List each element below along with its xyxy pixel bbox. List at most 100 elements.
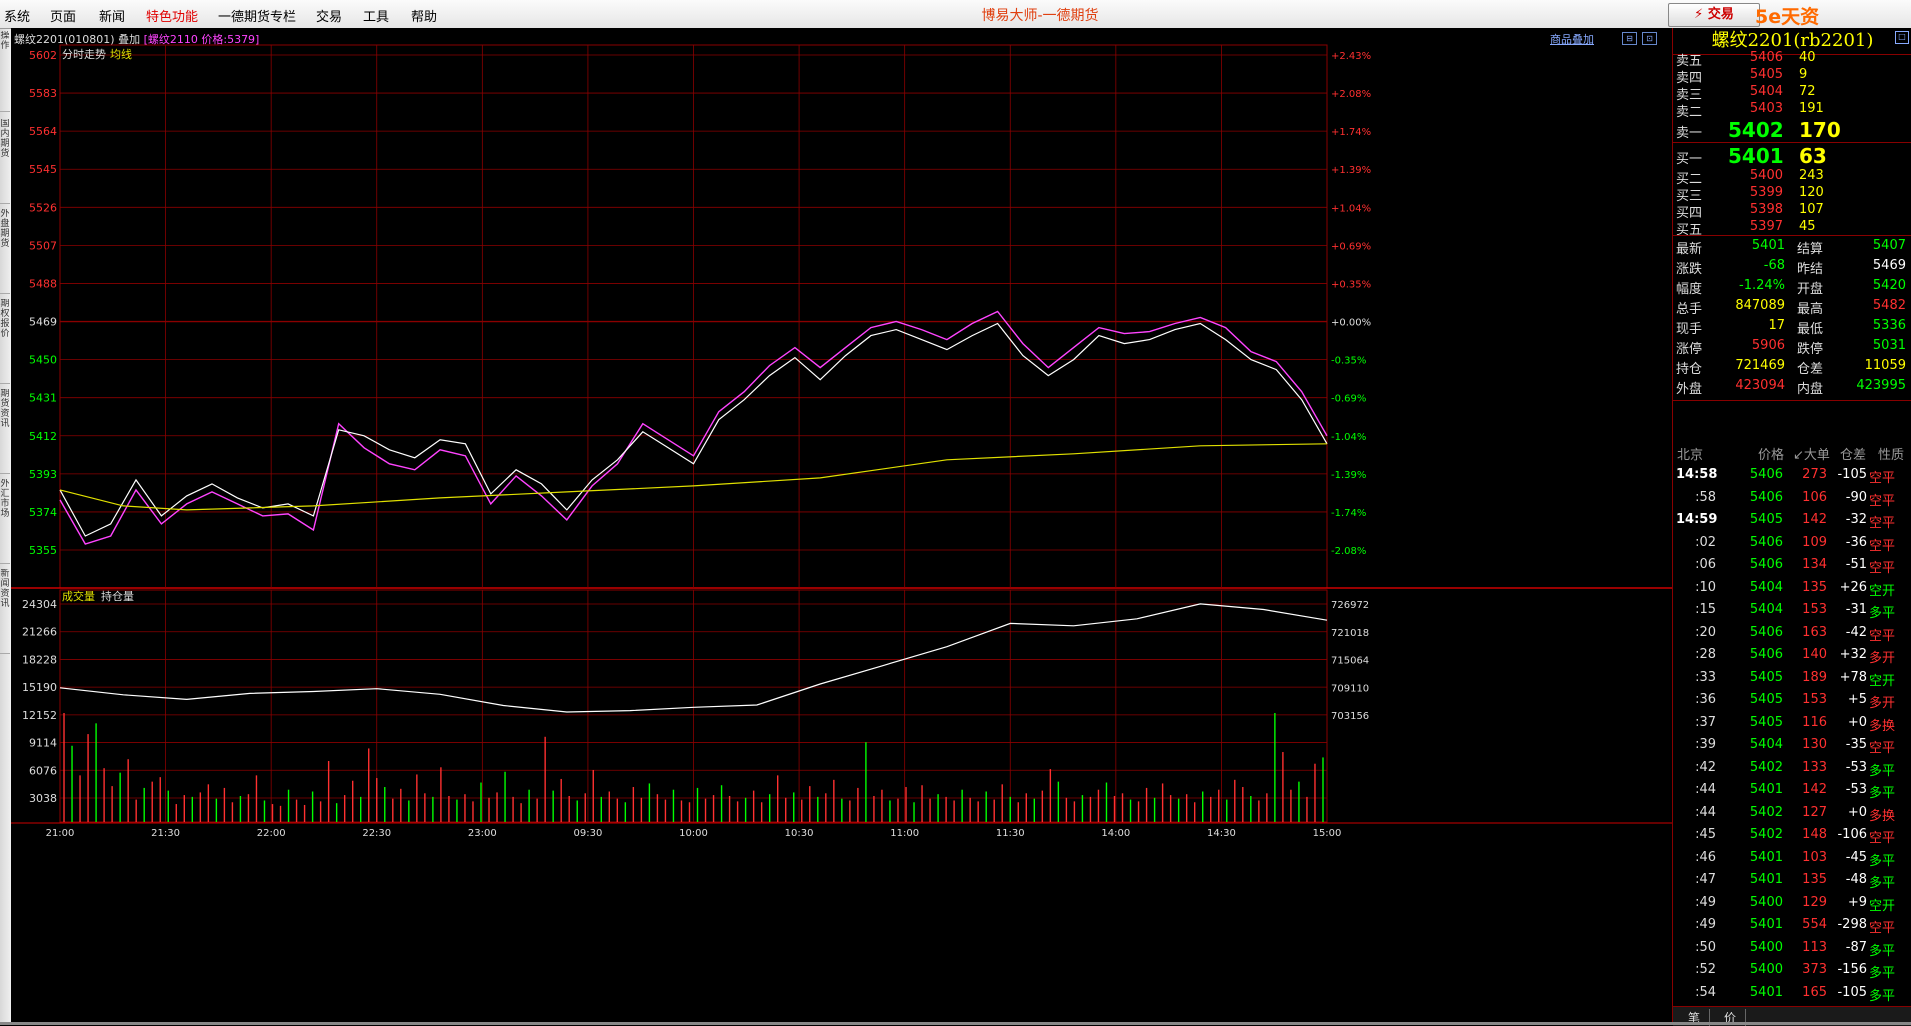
stat-value: -68: [1763, 258, 1785, 273]
tick-tt: 14:59: [1676, 512, 1718, 527]
price-tick-label: 5564: [29, 125, 57, 138]
tick-row[interactable]: :45 5402 148 -106 空平: [1673, 824, 1911, 846]
tick-tt: :28: [1695, 647, 1716, 662]
tick-td: -36: [1845, 534, 1867, 550]
tick-row[interactable]: :36 5405 153 +5 多开: [1673, 689, 1911, 711]
oi-panel-label: 持仓量: [101, 589, 134, 603]
tick-tv: 103: [1802, 849, 1827, 865]
tick-tt: :36: [1695, 692, 1716, 707]
tick-tp: 5406: [1749, 534, 1783, 550]
orderbook-price: 5405: [1749, 67, 1783, 82]
average-panel-label: 均线: [110, 47, 132, 61]
tick-tt: :42: [1695, 759, 1716, 775]
pct-tick-label: +2.08%: [1331, 89, 1371, 100]
tick-header-time: 北京: [1677, 448, 1704, 463]
tick-tt: :44: [1695, 782, 1716, 797]
tick-row[interactable]: :02 5406 109 -36 空平: [1673, 532, 1911, 554]
stat-value: 5031: [1872, 338, 1906, 353]
tick-tp: 5404: [1749, 737, 1783, 752]
tick-row[interactable]: :49 5400 129 +9 空开: [1673, 892, 1911, 914]
overlay-commodity-link[interactable]: 商品叠加: [1550, 31, 1594, 47]
panel-toggle-icon[interactable]: □: [1895, 31, 1909, 44]
tick-tv: 373: [1802, 962, 1827, 977]
ask-row[interactable]: 卖二 5403 191: [1673, 101, 1911, 121]
pct-tick-label: -0.35%: [1331, 356, 1366, 367]
stat-value: 17: [1768, 318, 1785, 333]
price-tick-label: 5488: [29, 277, 57, 290]
tick-row[interactable]: :46 5401 103 -45 多平: [1673, 847, 1911, 869]
tick-row[interactable]: :33 5405 189 +78 空开: [1673, 667, 1911, 689]
orderbook-price: 5406: [1749, 50, 1783, 65]
ask-row[interactable]: 卖一 5402 170: [1673, 118, 1911, 142]
tick-row[interactable]: :58 5406 106 -90 空平: [1673, 487, 1911, 509]
intraday-chart[interactable]: 5602 +2.43% 5583 +2.08% 5564 +1.74% 5545 +1.39%…: [0, 0, 1672, 1025]
tick-row[interactable]: :28 5406 140 +32 多开: [1673, 644, 1911, 666]
tick-row[interactable]: :54 5401 165 -105 多平: [1673, 982, 1911, 1004]
tick-tn: 空平: [1869, 538, 1896, 554]
bid-row[interactable]: 买一 5401 63: [1673, 144, 1911, 168]
time-tick-label: 22:30: [362, 828, 391, 839]
trade-button[interactable]: ⚡ 交易: [1668, 3, 1760, 27]
tick-tn: 多平: [1869, 853, 1896, 869]
tick-td: -53: [1845, 759, 1867, 775]
tick-tn: 多平: [1869, 606, 1896, 621]
stat-row: 持仓 721469 仓差 11059: [1673, 358, 1911, 378]
orderbook-price: 5397: [1749, 219, 1783, 234]
stat-row: 涨跌 -68 昨结 5469: [1673, 258, 1911, 278]
tick-row[interactable]: :20 5406 163 -42 空平: [1673, 622, 1911, 644]
tick-tn: 多开: [1869, 651, 1896, 666]
time-tick-label: 22:00: [257, 828, 286, 839]
tick-row[interactable]: :10 5404 135 +26 空开: [1673, 577, 1911, 599]
tick-row[interactable]: :15 5404 153 -31 多平: [1673, 599, 1911, 621]
time-tick-label: 10:30: [785, 828, 814, 839]
tick-row[interactable]: :37 5405 116 +0 多换: [1673, 712, 1911, 734]
tick-td: -42: [1845, 624, 1867, 640]
orderbook-label: 卖二: [1676, 105, 1703, 120]
tick-row[interactable]: :42 5402 133 -53 多平: [1673, 757, 1911, 779]
tick-row[interactable]: :44 5401 142 -53 多平: [1673, 779, 1911, 801]
tick-row[interactable]: :06 5406 134 -51 空平: [1673, 554, 1911, 576]
tick-row[interactable]: :50 5400 113 -87 多平: [1673, 937, 1911, 959]
divider: [1673, 235, 1911, 236]
tick-row[interactable]: :47 5401 135 -48 多平: [1673, 869, 1911, 891]
maximize-icon[interactable]: ⊡: [1642, 32, 1657, 45]
tick-tp: 5401: [1749, 872, 1783, 887]
stat-label: 跌停: [1797, 342, 1824, 357]
pct-tick-label: +1.74%: [1331, 127, 1371, 138]
orderbook-price: 5404: [1749, 84, 1783, 99]
chart-info-main: 螺纹2201(010801) 叠加: [14, 33, 141, 46]
tick-tt: :45: [1695, 827, 1716, 842]
tick-row[interactable]: :44 5402 127 +0 多换: [1673, 802, 1911, 824]
stat-value: 423995: [1856, 378, 1906, 393]
tick-row[interactable]: :39 5404 130 -35 空平: [1673, 734, 1911, 756]
tick-tv: 109: [1802, 534, 1827, 550]
bid-row[interactable]: 买五 5397 45: [1673, 219, 1911, 239]
tick-row[interactable]: 14:59 5405 142 -32 空平: [1673, 509, 1911, 531]
volume-tick-label: 18228: [22, 653, 57, 666]
orderbook-price: 5400: [1749, 168, 1783, 183]
tick-td: +9: [1847, 894, 1867, 910]
stat-label: 涨停: [1676, 342, 1703, 357]
tick-row[interactable]: :52 5400 373 -156 多平: [1673, 959, 1911, 981]
tick-tv: 116: [1802, 714, 1827, 730]
orderbook-volume: 170: [1799, 118, 1841, 142]
time-tick-label: 11:00: [890, 828, 919, 839]
volume-tick-label: 21266: [22, 626, 57, 639]
stat-value: 5420: [1872, 278, 1906, 293]
tick-tn: 空平: [1869, 493, 1896, 509]
restore-icon[interactable]: ⊟: [1622, 32, 1637, 45]
tick-tp: 5406: [1749, 647, 1783, 662]
stat-label: 开盘: [1797, 282, 1824, 297]
tick-td: -87: [1845, 939, 1867, 955]
orderbook-volume: 72: [1799, 84, 1816, 99]
price-tick-label: 5526: [29, 201, 57, 214]
tick-tp: 5406: [1749, 557, 1783, 572]
tick-td: -90: [1845, 489, 1867, 505]
price-tick-label: 5545: [29, 163, 57, 176]
tick-row[interactable]: 14:58 5406 273 -105 空平: [1673, 464, 1911, 486]
tick-header: 北京 价格 ↙大单 仓差 性质: [1673, 444, 1911, 464]
tick-row[interactable]: :49 5401 554 -298 空平: [1673, 914, 1911, 936]
orderbook-volume: 120: [1799, 185, 1824, 200]
stat-row: 幅度 -1.24% 开盘 5420: [1673, 278, 1911, 298]
price-tick-label: 5393: [29, 468, 57, 481]
